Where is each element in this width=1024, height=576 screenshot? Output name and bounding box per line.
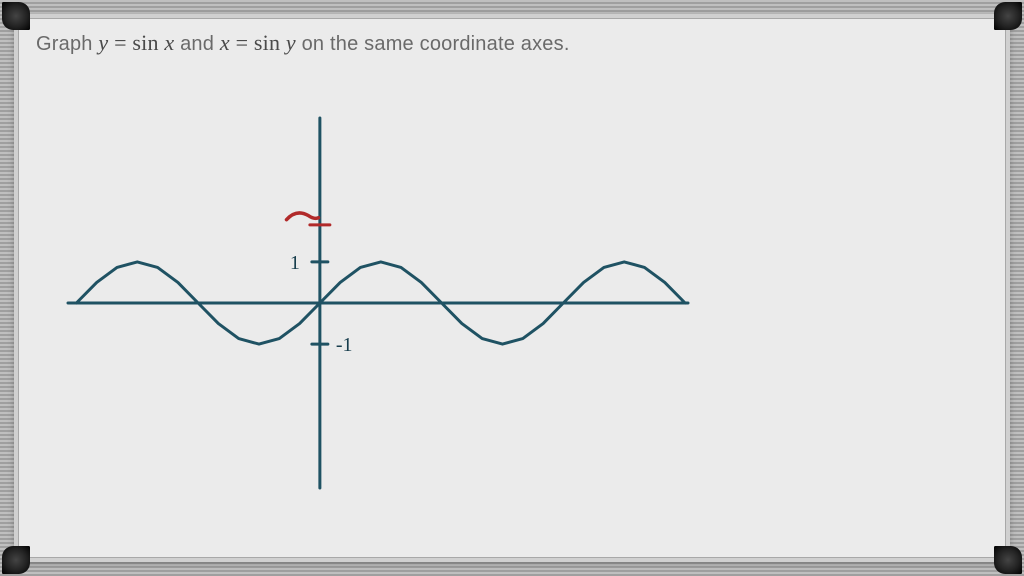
text-prefix: Graph <box>36 33 98 55</box>
eq1-eqsign: = <box>114 30 132 55</box>
eq2-fn: sin <box>254 30 286 55</box>
frame-corner-br <box>994 546 1022 574</box>
eq2-lhs: x <box>220 30 230 55</box>
window-frame: Graph y = sin x and x = sin y on the sam… <box>0 0 1024 576</box>
frame-corner-bl <box>2 546 30 574</box>
eq2-arg: y <box>286 30 296 55</box>
frame-corner-tr <box>994 2 1022 30</box>
annotations-layer <box>287 213 330 225</box>
text-mid: and <box>180 33 220 55</box>
annotation-squiggle <box>287 213 319 220</box>
eq1-fn: sin <box>132 30 164 55</box>
problem-statement: Graph y = sin x and x = sin y on the sam… <box>36 30 570 56</box>
plot-area: 1 -1 <box>68 118 688 488</box>
y-tick-label: 1 <box>290 252 300 274</box>
eq1-lhs: y <box>98 30 108 55</box>
whiteboard: Graph y = sin x and x = sin y on the sam… <box>14 14 1010 562</box>
frame-corner-tl <box>2 2 30 30</box>
text-suffix: on the same coordinate axes. <box>302 33 570 55</box>
axes-layer <box>68 118 688 488</box>
plot-svg: 1 -1 <box>68 118 688 488</box>
eq2-eqsign: = <box>236 30 254 55</box>
y-tick-label: -1 <box>336 334 353 356</box>
eq1-arg: x <box>164 30 174 55</box>
